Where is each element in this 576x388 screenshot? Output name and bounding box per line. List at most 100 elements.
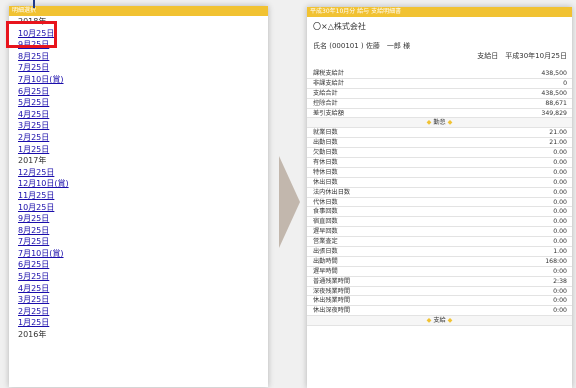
statement-date-link[interactable]: 7月25日 xyxy=(9,62,268,74)
row-label: 出勤日数 xyxy=(313,139,338,147)
row-label: 営業査定 xyxy=(313,238,338,246)
row-value: 0:00 xyxy=(553,267,567,275)
row-value: 0:00 xyxy=(553,297,567,305)
row-label: 代休日数 xyxy=(313,198,338,206)
payslip-row: 出勤日数 21.00 xyxy=(307,138,572,149)
payslip-row: 差引支給額 349,829 xyxy=(307,109,572,119)
row-label: 法内休出日数 xyxy=(313,188,351,196)
section-title: 支給 xyxy=(433,317,446,325)
row-label: 就業日数 xyxy=(313,129,338,137)
statement-list-panel: 明細選択 2018年 10月25日 9月25日 8月25日 7月25日 7月10日(賞) 6… xyxy=(9,6,268,387)
row-value: 0:00 xyxy=(553,307,567,315)
statement-date-link[interactable]: 4月25日 xyxy=(9,283,268,295)
payslip-row: 休出深夜時間 0:00 xyxy=(307,306,572,317)
row-value: 0:00 xyxy=(553,287,567,295)
pay-date: 支給日 平成30年10月25日 xyxy=(477,52,567,60)
payslip-row: 特休日数 0.00 xyxy=(307,168,572,178)
row-label: 控除合計 xyxy=(313,99,338,107)
statement-date-link[interactable]: 12月10日(賞) xyxy=(9,178,268,190)
statement-date-link[interactable]: 3月25日 xyxy=(9,294,268,306)
payslip-row: 普通残業時間 2:38 xyxy=(307,277,572,287)
row-label: 遅早時間 xyxy=(313,267,338,275)
payslip-row: 法内休出日数 0.00 xyxy=(307,188,572,198)
payslip-row: 食事回数 0.00 xyxy=(307,207,572,218)
statement-date-link[interactable]: 2月25日 xyxy=(9,132,268,144)
statement-date-link[interactable]: 6月25日 xyxy=(9,86,268,98)
diamond-icon: ◆ xyxy=(445,317,453,325)
statement-date-link[interactable]: 7月10日(賞) xyxy=(9,74,268,86)
row-label: 普通残業時間 xyxy=(313,277,351,285)
payslip-row: 出勤時間 168:00 xyxy=(307,257,572,267)
pointer-indicator xyxy=(33,0,35,8)
selected-date-highlight xyxy=(6,21,57,48)
row-label: 食事回数 xyxy=(313,208,338,216)
row-label: 出勤時間 xyxy=(313,257,338,265)
statement-date-link[interactable]: 2月25日 xyxy=(9,306,268,318)
row-value: 0.00 xyxy=(553,208,567,216)
section-header: ◆ 支給 ◆ xyxy=(307,316,572,327)
row-label: 特休日数 xyxy=(313,168,338,176)
row-label: 欠勤日数 xyxy=(313,149,338,157)
company-name: 〇×△株式会社 xyxy=(313,22,366,31)
row-value: 0.00 xyxy=(553,218,567,226)
statement-date-link[interactable]: 12月25日 xyxy=(9,167,268,179)
year-heading: 2016年 xyxy=(18,330,47,340)
row-label: 遅早回数 xyxy=(313,228,338,236)
row-value: 0.00 xyxy=(553,178,567,186)
payslip-row: 営業査定 0.00 xyxy=(307,237,572,248)
row-label: 差引支給額 xyxy=(313,109,344,117)
statement-date-link[interactable]: 9月25日 xyxy=(9,213,268,225)
row-value: 0.00 xyxy=(553,149,567,157)
row-value: 1.00 xyxy=(553,248,567,256)
payslip-row: 有休日数 0.00 xyxy=(307,158,572,168)
payslip-row: 非課支給計 0 xyxy=(307,79,572,89)
row-value: 438,500 xyxy=(541,89,567,97)
row-value: 0.00 xyxy=(553,198,567,206)
payslip-row: 遅早回数 0.00 xyxy=(307,227,572,238)
row-label: 課税支給計 xyxy=(313,70,344,77)
statement-date-link[interactable]: 8月25日 xyxy=(9,225,268,237)
row-label: 非課支給計 xyxy=(313,79,344,87)
row-value: 21.00 xyxy=(549,139,567,147)
statement-date-link[interactable]: 5月25日 xyxy=(9,271,268,283)
payslip-table: 課税支給計 438,500 非課支給計 0 支給合計 438,500 控除合計 88,671 差… xyxy=(307,69,572,327)
transition-arrow-icon xyxy=(279,156,300,248)
row-value: 0.00 xyxy=(553,168,567,176)
section-title: 勤怠 xyxy=(433,119,446,127)
payslip-row: 遅早時間 0:00 xyxy=(307,267,572,277)
statement-date-link[interactable]: 3月25日 xyxy=(9,120,268,132)
payslip-panel: 平成30年10月分 給与 支給明細書 〇×△株式会社 氏名 (000101 ) … xyxy=(307,7,572,388)
year-heading: 2017年 xyxy=(18,156,47,166)
row-value: 438,500 xyxy=(541,70,567,77)
statement-list-header: 明細選択 xyxy=(9,6,268,16)
payslip-header: 平成30年10月分 給与 支給明細書 xyxy=(307,7,572,17)
payslip-row: 課税支給計 438,500 xyxy=(307,69,572,79)
row-label: 宿直回数 xyxy=(313,218,338,226)
statement-date-link[interactable]: 1月25日 xyxy=(9,144,268,156)
statement-date-link[interactable]: 7月25日 xyxy=(9,236,268,248)
row-value: 21.00 xyxy=(549,129,567,137)
row-value: 0.00 xyxy=(553,188,567,196)
row-label: 支給合計 xyxy=(313,89,338,97)
row-label: 深夜残業時間 xyxy=(313,287,351,295)
statement-date-link[interactable]: 8月25日 xyxy=(9,51,268,63)
row-value: 0.00 xyxy=(553,228,567,236)
statement-date-link[interactable]: 11月25日 xyxy=(9,190,268,202)
row-value: 2:38 xyxy=(553,277,567,285)
payslip-row: 宿直回数 0.00 xyxy=(307,217,572,228)
row-value: 349,829 xyxy=(541,109,567,117)
statement-date-link[interactable]: 10月25日 xyxy=(9,202,268,214)
statement-date-link[interactable]: 4月25日 xyxy=(9,109,268,121)
statement-date-link[interactable]: 5月25日 xyxy=(9,97,268,109)
row-value: 168:00 xyxy=(545,257,567,265)
row-label: 有休日数 xyxy=(313,159,338,167)
payslip-row: 就業日数 21.00 xyxy=(307,128,572,139)
statement-date-list: 2018年 10月25日 9月25日 8月25日 7月25日 7月10日(賞) 6月25日 5… xyxy=(9,16,268,341)
section-header: ◆ 勤怠 ◆ xyxy=(307,118,572,129)
payslip-row: 休出残業時間 0:00 xyxy=(307,296,572,307)
statement-date-link[interactable]: 7月10日(賞) xyxy=(9,248,268,260)
statement-date-link[interactable]: 1月25日 xyxy=(9,317,268,329)
payslip-row: 代休日数 0.00 xyxy=(307,198,572,208)
statement-date-link[interactable]: 6月25日 xyxy=(9,259,268,271)
row-value: 0.00 xyxy=(553,238,567,246)
